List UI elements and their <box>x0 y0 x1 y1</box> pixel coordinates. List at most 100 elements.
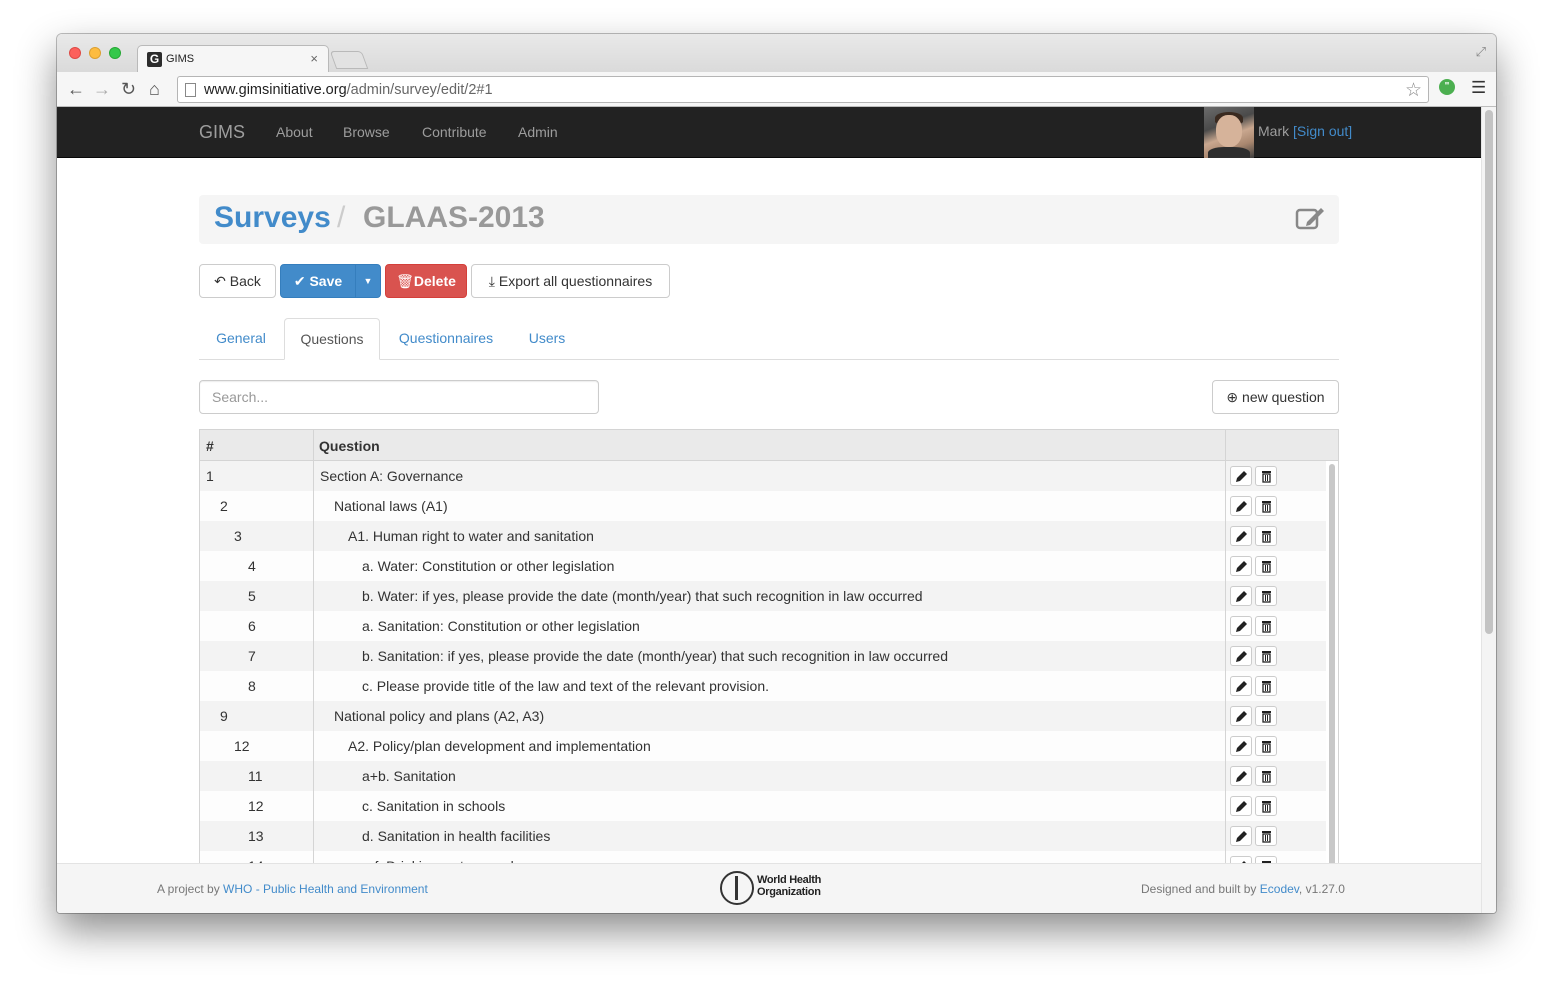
zoom-window-button[interactable] <box>109 47 121 59</box>
trash-icon <box>1262 831 1271 843</box>
question-number: 8 <box>248 678 256 694</box>
edit-question-button[interactable] <box>1230 706 1252 726</box>
pencil-icon <box>1236 471 1247 482</box>
nav-about[interactable]: About <box>276 124 313 140</box>
question-number: 9 <box>220 708 228 724</box>
edit-question-button[interactable] <box>1230 616 1252 636</box>
back-button[interactable]: ↶ Back <box>199 264 276 298</box>
new-tab-button[interactable] <box>329 51 369 69</box>
delete-question-button[interactable] <box>1255 676 1277 696</box>
edit-question-button[interactable] <box>1230 586 1252 606</box>
question-text[interactable]: c. Sanitation in schools <box>362 798 505 814</box>
brand-link[interactable]: GIMS <box>199 122 245 143</box>
delete-question-button[interactable] <box>1255 706 1277 726</box>
tab-questionnaires[interactable]: Questionnaires <box>382 318 510 360</box>
who-link[interactable]: WHO - Public Health and Environment <box>223 882 428 896</box>
table-row: 12 c. Sanitation in schools <box>200 791 1326 821</box>
pencil-icon <box>1236 501 1247 512</box>
delete-question-button[interactable] <box>1255 646 1277 666</box>
pencil-icon <box>1236 801 1247 812</box>
breadcrumb-surveys-link[interactable]: Surveys <box>214 201 331 235</box>
minimize-window-button[interactable] <box>89 47 101 59</box>
column-header-question[interactable]: Question <box>319 438 380 454</box>
tab-general[interactable]: General <box>199 318 283 360</box>
trash-icon <box>1262 561 1271 573</box>
trash-icon <box>1262 741 1271 753</box>
user-menu: Mark [Sign out] <box>1258 123 1352 139</box>
browser-tab[interactable]: G GIMS × <box>137 45 329 72</box>
question-number: 2 <box>220 498 228 514</box>
pencil-icon <box>1236 531 1247 542</box>
close-window-button[interactable] <box>69 47 81 59</box>
question-text[interactable]: Section A: Governance <box>320 468 463 484</box>
search-input[interactable] <box>199 380 599 414</box>
edit-icon[interactable] <box>1295 204 1325 232</box>
question-text[interactable]: b. Sanitation: if yes, please provide th… <box>362 648 948 664</box>
edit-question-button[interactable] <box>1230 526 1252 546</box>
question-text[interactable]: a. Sanitation: Constitution or other leg… <box>362 618 640 634</box>
question-number: 11 <box>248 768 263 784</box>
delete-question-button[interactable] <box>1255 496 1277 516</box>
edit-question-button[interactable] <box>1230 766 1252 786</box>
forward-arrow-icon[interactable]: → <box>93 79 111 99</box>
pencil-icon <box>1236 681 1247 692</box>
edit-question-button[interactable] <box>1230 676 1252 696</box>
page-scrollbar[interactable] <box>1481 107 1496 913</box>
extension-icon[interactable]: " <box>1439 79 1455 95</box>
address-bar[interactable]: www.gimsinitiative.org/admin/survey/edit… <box>177 76 1429 103</box>
save-button[interactable]: ✔ Save <box>280 264 356 298</box>
question-text[interactable]: a+b. Sanitation <box>362 768 456 784</box>
edit-question-button[interactable] <box>1230 496 1252 516</box>
delete-question-button[interactable] <box>1255 826 1277 846</box>
delete-button[interactable]: 🗑Delete <box>385 264 467 298</box>
edit-question-button[interactable] <box>1230 466 1252 486</box>
delete-question-button[interactable] <box>1255 466 1277 486</box>
fullscreen-icon[interactable]: ⤢ <box>1476 44 1486 60</box>
reload-icon[interactable]: ↻ <box>121 79 136 99</box>
question-text[interactable]: a. Water: Constitution or other legislat… <box>362 558 614 574</box>
edit-question-button[interactable] <box>1230 556 1252 576</box>
ecodev-link[interactable]: Ecodev <box>1260 882 1299 896</box>
table-scrollbar[interactable] <box>1329 464 1335 867</box>
delete-question-button[interactable] <box>1255 796 1277 816</box>
question-text[interactable]: c. Please provide title of the law and t… <box>362 678 769 694</box>
trash-icon <box>1262 621 1271 633</box>
plus-circle-icon: ⊕ <box>1226 389 1239 405</box>
nav-contribute[interactable]: Contribute <box>422 124 487 140</box>
tab-users[interactable]: Users <box>512 318 582 360</box>
delete-question-button[interactable] <box>1255 556 1277 576</box>
delete-question-button[interactable] <box>1255 736 1277 756</box>
edit-question-button[interactable] <box>1230 736 1252 756</box>
trash-icon: 🗑 <box>396 273 414 289</box>
user-name: Mark <box>1258 123 1290 139</box>
edit-question-button[interactable] <box>1230 646 1252 666</box>
home-icon[interactable]: ⌂ <box>149 79 160 99</box>
question-text[interactable]: d. Sanitation in health facilities <box>362 828 550 844</box>
back-arrow-icon[interactable]: ← <box>67 79 85 99</box>
question-text[interactable]: National laws (A1) <box>334 498 448 514</box>
question-text[interactable]: A1. Human right to water and sanitation <box>348 528 594 544</box>
delete-question-button[interactable] <box>1255 766 1277 786</box>
tab-questions[interactable]: Questions <box>284 318 380 360</box>
delete-question-button[interactable] <box>1255 526 1277 546</box>
new-question-button[interactable]: ⊕ new question <box>1212 380 1339 414</box>
edit-question-button[interactable] <box>1230 796 1252 816</box>
breadcrumb-separator: / <box>337 201 346 234</box>
delete-question-button[interactable] <box>1255 586 1277 606</box>
bookmark-star-icon[interactable]: ☆ <box>1405 79 1422 102</box>
question-text[interactable]: A2. Policy/plan development and implemen… <box>348 738 651 754</box>
tab-close-icon[interactable]: × <box>310 51 318 66</box>
browser-toolbar: ← → ↻ ⌂ www.gimsinitiative.org/admin/sur… <box>57 72 1496 107</box>
column-header-number[interactable]: # <box>206 438 214 454</box>
section-tabs: General Questions Questionnaires Users <box>199 318 1339 360</box>
edit-question-button[interactable] <box>1230 826 1252 846</box>
browser-menu-icon[interactable]: ☰ <box>1471 78 1486 98</box>
nav-browse[interactable]: Browse <box>343 124 390 140</box>
delete-question-button[interactable] <box>1255 616 1277 636</box>
nav-admin[interactable]: Admin <box>518 124 558 140</box>
question-text[interactable]: b. Water: if yes, please provide the dat… <box>362 588 923 604</box>
sign-out-link[interactable]: [Sign out] <box>1293 123 1352 139</box>
export-button[interactable]: ⤓ Export all questionnaires <box>471 264 670 298</box>
question-text[interactable]: National policy and plans (A2, A3) <box>334 708 544 724</box>
save-dropdown-toggle[interactable]: ▼ <box>355 264 381 298</box>
